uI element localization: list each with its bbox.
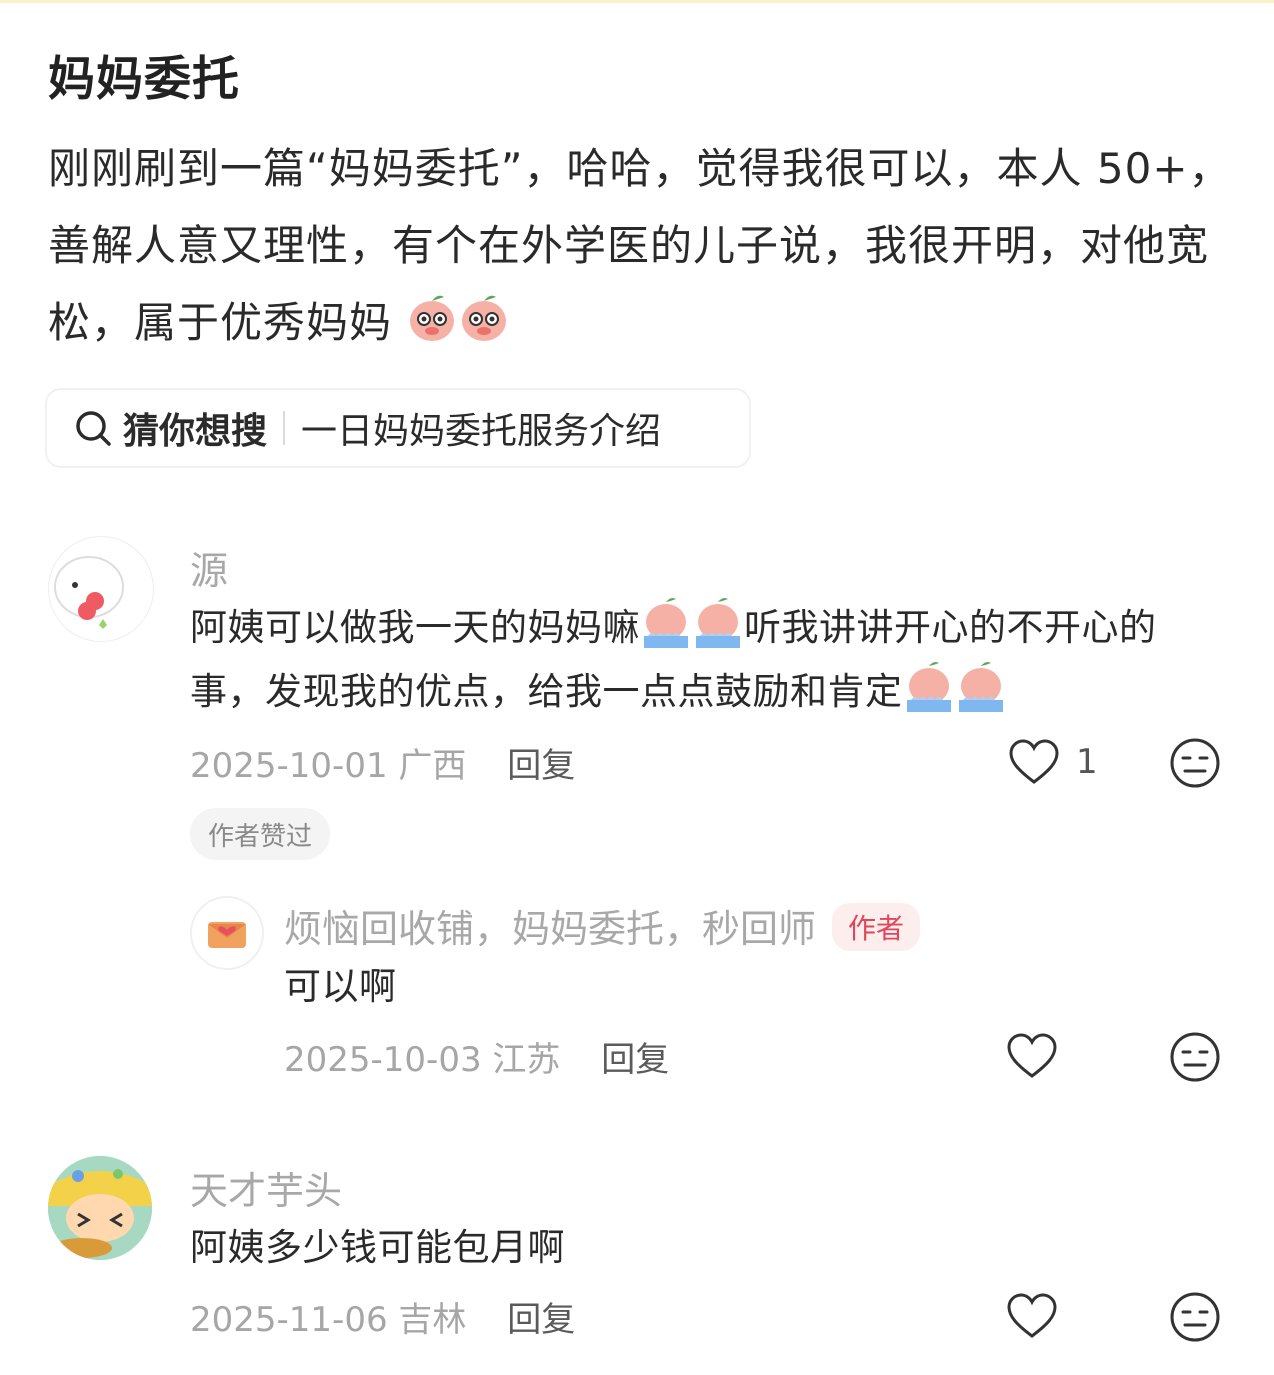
avatar[interactable]: [48, 1156, 152, 1260]
comment-meta: 2025-10-01 广西 回复: [190, 738, 575, 787]
like-button[interactable]: 1: [1008, 738, 1098, 786]
comment-date: 2025-10-01: [190, 746, 388, 786]
crying-peach-emoji-icon: [644, 598, 688, 648]
peach-emoji-icon: [462, 295, 507, 341]
crying-peach-emoji-icon: [958, 662, 1003, 712]
reply-author-name[interactable]: 烦恼回收铺，妈妈委托，秒回师 作者: [284, 898, 921, 953]
avatar[interactable]: [48, 536, 154, 642]
dislike-button[interactable]: [1168, 736, 1222, 790]
like-count: 1: [1076, 742, 1098, 782]
comment-author-name[interactable]: 源: [190, 540, 228, 595]
comment-location: 广西: [398, 746, 467, 786]
search-icon: [76, 411, 111, 446]
crying-peach-emoji-icon: [906, 662, 951, 712]
avatar[interactable]: [190, 896, 264, 970]
comment-date: 2025-11-06: [190, 1300, 388, 1340]
search-separator: [283, 411, 286, 445]
crying-peach-emoji-icon: [696, 598, 740, 648]
comment-text: 阿姨多少钱可能包月啊: [190, 1226, 565, 1269]
post-title: 妈妈委托: [48, 52, 240, 107]
reply-date: 2025-10-03: [284, 1040, 482, 1080]
comment-author-name[interactable]: 天才芋头: [190, 1160, 342, 1215]
reply-text: 可以啊: [284, 965, 397, 1008]
peach-emoji-icon: [410, 295, 455, 341]
dislike-button[interactable]: [1168, 1030, 1222, 1084]
top-divider: [0, 0, 1274, 3]
reply-button[interactable]: 回复: [601, 1040, 669, 1080]
reply-author-name-text: 烦恼回收铺，妈妈委托，秒回师: [284, 907, 817, 951]
heart-icon: [1007, 1293, 1057, 1338]
comment-text: 阿姨可以做我一天的妈妈嘛 听我讲讲开心的不开心的事，发现我的优点，给我一点点鼓励和…: [190, 596, 1230, 724]
author-liked-badge: 作者赞过: [190, 808, 331, 860]
comment-meta: 2025-11-06 吉林 回复: [190, 1292, 575, 1341]
heart-icon: [1009, 739, 1059, 784]
post-body-text: 刚刚刷到一篇“妈妈委托”，哈哈，觉得我很可以，本人 50+，善解人意又理性，有个…: [48, 144, 1232, 347]
neutral-face-icon: [1170, 738, 1220, 788]
reply-meta: 2025-10-03 江苏 回复: [284, 1032, 669, 1081]
comment-text-part: 阿姨可以做我一天的妈妈嘛: [190, 606, 640, 649]
suggested-search[interactable]: 猜你想搜 一日妈妈委托服务介绍: [45, 388, 751, 468]
search-query: 一日妈妈委托服务介绍: [301, 411, 662, 452]
like-button[interactable]: [1006, 1032, 1058, 1080]
reply-button[interactable]: 回复: [507, 1300, 575, 1340]
reply-location: 江苏: [492, 1040, 561, 1080]
author-tag: 作者: [832, 903, 921, 951]
heart-icon: [1007, 1033, 1057, 1078]
like-button[interactable]: [1006, 1292, 1058, 1340]
neutral-face-icon: [1170, 1032, 1220, 1082]
reply-button[interactable]: 回复: [507, 746, 575, 786]
post-body: 刚刚刷到一篇“妈妈委托”，哈哈，觉得我很可以，本人 50+，善解人意又理性，有个…: [48, 130, 1238, 361]
comment-location: 吉林: [398, 1300, 467, 1340]
neutral-face-icon: [1170, 1292, 1220, 1342]
dislike-button[interactable]: [1168, 1290, 1222, 1344]
search-hint-label: 猜你想搜: [123, 411, 268, 452]
